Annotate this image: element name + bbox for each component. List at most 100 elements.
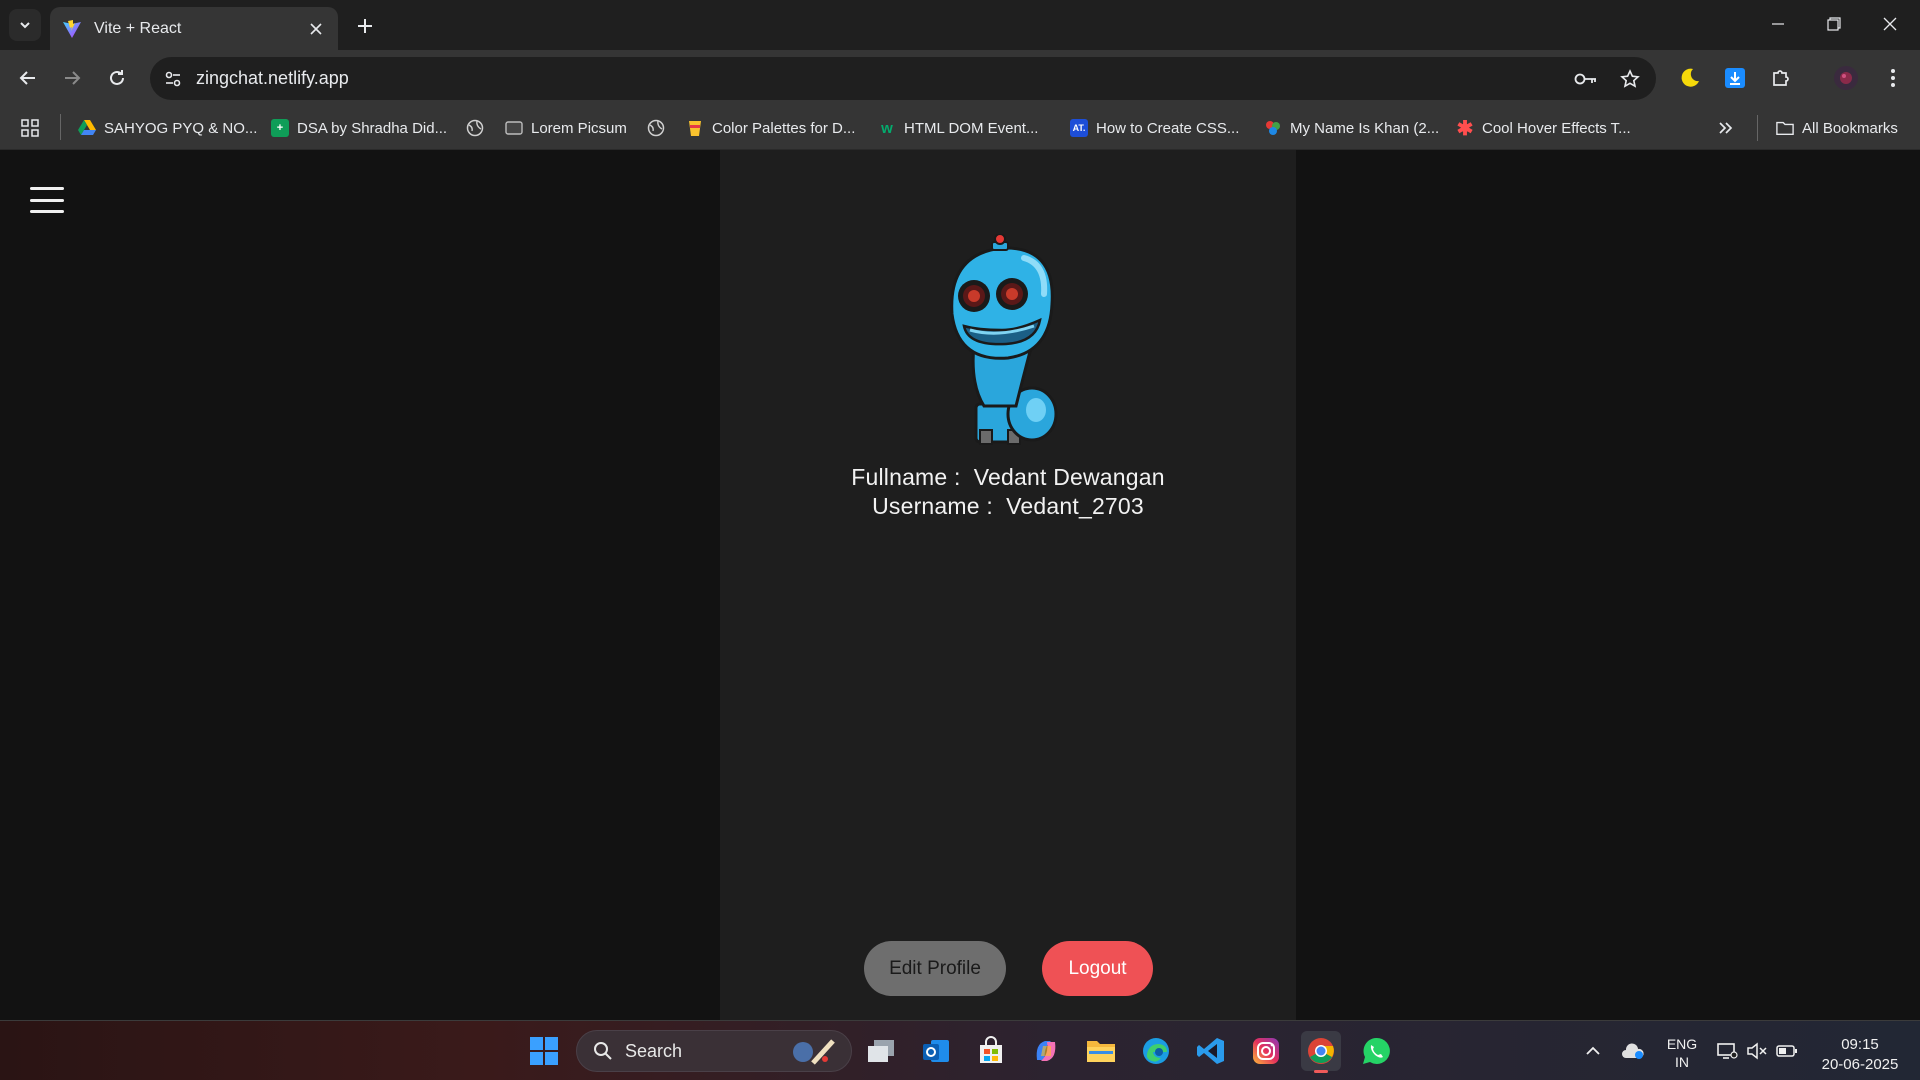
language-indicator[interactable]: ENG IN (1660, 1035, 1704, 1071)
show-hidden-icons-button[interactable] (1573, 1031, 1613, 1071)
robot-avatar (950, 234, 1058, 445)
battery-button[interactable] (1770, 1031, 1804, 1071)
instagram-button[interactable] (1246, 1031, 1286, 1071)
url-text[interactable]: zingchat.netlify.app (196, 68, 349, 89)
vite-icon (63, 19, 81, 38)
copilot-button[interactable] (1026, 1031, 1066, 1071)
menu-button[interactable] (30, 187, 64, 213)
windows-taskbar: Search ENG IN 09:15 20-06-2025 (0, 1020, 1920, 1080)
bookmark-label: SAHYOG PYQ & NO... (104, 119, 258, 137)
moon-icon (1681, 68, 1699, 87)
bookmark-label: HTML DOM Event... (904, 119, 1039, 137)
bookmark-label: DSA by Shradha Did... (297, 119, 448, 137)
forward-button[interactable] (56, 62, 88, 94)
whatsapp-icon (1363, 1037, 1390, 1064)
task-view-button[interactable] (861, 1031, 901, 1071)
bookmark-my-name-is-khan[interactable]: My Name Is Khan (2... (1264, 116, 1439, 140)
hamburger-line (30, 198, 64, 202)
tab-search-button[interactable] (9, 9, 41, 41)
google-drive-icon (78, 119, 96, 137)
network-icon (1717, 1043, 1738, 1059)
fullname-line: Fullname : Vedant Dewangan (720, 464, 1296, 491)
instagram-icon (1253, 1038, 1279, 1064)
chrome-menu-button[interactable] (1877, 62, 1909, 94)
restore-button[interactable] (1806, 0, 1862, 48)
store-button[interactable] (971, 1031, 1011, 1071)
bookmark-css[interactable]: AT. How to Create CSS... (1070, 116, 1239, 140)
whatsapp-button[interactable] (1356, 1031, 1396, 1071)
new-tab-button[interactable] (350, 11, 380, 41)
site-info-button[interactable] (162, 68, 184, 90)
chrome-button[interactable] (1301, 1031, 1341, 1073)
asterisk-icon: ✱ (1456, 117, 1474, 140)
password-key-button[interactable] (1574, 67, 1598, 91)
volume-muted-icon (1747, 1042, 1767, 1060)
bookmark-cool-hover[interactable]: ✱ Cool Hover Effects T... (1456, 116, 1631, 140)
w3schools-icon: w (881, 119, 893, 137)
cricket-icon (793, 1039, 835, 1065)
date-text: 20-06-2025 (1821, 1056, 1899, 1073)
bookmark-label: My Name Is Khan (2... (1290, 119, 1440, 137)
outlook-icon (923, 1040, 949, 1062)
star-icon (1620, 69, 1640, 88)
reload-button[interactable] (101, 62, 133, 94)
tab-close-button[interactable] (306, 19, 326, 39)
extensions-button[interactable] (1765, 62, 1797, 94)
apps-button[interactable] (20, 116, 40, 140)
bookmark-label: Lorem Picsum (531, 119, 627, 137)
folder-icon (1776, 119, 1794, 137)
all-bookmarks-label: All Bookmarks (1802, 119, 1898, 137)
minimize-icon (1772, 23, 1784, 25)
username-value: Vedant_2703 (1006, 493, 1144, 519)
bookmark-sahyog[interactable]: SAHYOG PYQ & NO... (78, 116, 257, 140)
bookmark-globe-1[interactable] (466, 116, 484, 140)
bookmark-label: Cool Hover Effects T... (1482, 119, 1631, 137)
logout-button[interactable]: Logout (1042, 941, 1153, 996)
profile-panel: Fullname : Vedant Dewangan Username : Ve… (720, 150, 1296, 1020)
search-label: Search (625, 1040, 683, 1061)
taskbar-search[interactable]: Search (576, 1030, 852, 1072)
search-icon (594, 1042, 612, 1060)
fullname-label: Fullname : (851, 464, 961, 490)
back-button[interactable] (12, 62, 44, 94)
globe-icon (647, 119, 665, 137)
downloads-button[interactable] (1719, 62, 1751, 94)
bookmark-color-palettes[interactable]: Color Palettes for D... (686, 116, 855, 140)
active-tab[interactable]: Vite + React (50, 7, 338, 50)
tab-strip: Vite + React (0, 0, 1920, 50)
time-text: 09:15 (1841, 1036, 1879, 1053)
lang-line: ENG (1666, 1036, 1698, 1052)
movie-icon (1264, 119, 1282, 137)
bookmark-lorem-picsum[interactable]: Lorem Picsum (505, 116, 627, 140)
close-window-button[interactable] (1862, 0, 1918, 48)
bookmark-globe-2[interactable] (647, 116, 665, 140)
close-icon (310, 22, 322, 35)
dark-reader-extension[interactable] (1674, 62, 1706, 94)
onedrive-button[interactable] (1613, 1031, 1653, 1071)
store-icon (980, 1036, 1002, 1063)
outlook-button[interactable] (916, 1031, 956, 1071)
arrow-right-icon (65, 71, 81, 85)
clock[interactable]: 09:15 20-06-2025 (1810, 1035, 1910, 1075)
windows-icon (530, 1037, 558, 1065)
username-label: Username : (872, 493, 993, 519)
bookmark-star-button[interactable] (1618, 67, 1642, 91)
start-button[interactable] (524, 1031, 564, 1071)
file-explorer-button[interactable] (1081, 1031, 1121, 1071)
browser-toolbar: zingchat.netlify.app (0, 50, 1920, 106)
bookmark-html-dom[interactable]: w HTML DOM Event... (878, 116, 1038, 140)
bookmark-dsa[interactable]: + DSA by Shradha Did... (271, 116, 447, 140)
network-button[interactable] (1710, 1031, 1744, 1071)
palette-icon (686, 119, 704, 137)
edge-icon (1143, 1038, 1169, 1064)
address-bar[interactable]: zingchat.netlify.app (150, 57, 1656, 100)
minimize-button[interactable] (1750, 0, 1806, 48)
more-bookmarks-button[interactable] (1718, 116, 1734, 140)
edge-button[interactable] (1136, 1031, 1176, 1071)
active-indicator (1314, 1070, 1328, 1073)
volume-button[interactable] (1741, 1031, 1773, 1071)
profile-avatar-button[interactable] (1830, 62, 1862, 94)
edit-profile-button[interactable]: Edit Profile (864, 941, 1006, 996)
all-bookmarks-button[interactable]: All Bookmarks (1776, 116, 1898, 140)
vscode-button[interactable] (1191, 1031, 1231, 1071)
